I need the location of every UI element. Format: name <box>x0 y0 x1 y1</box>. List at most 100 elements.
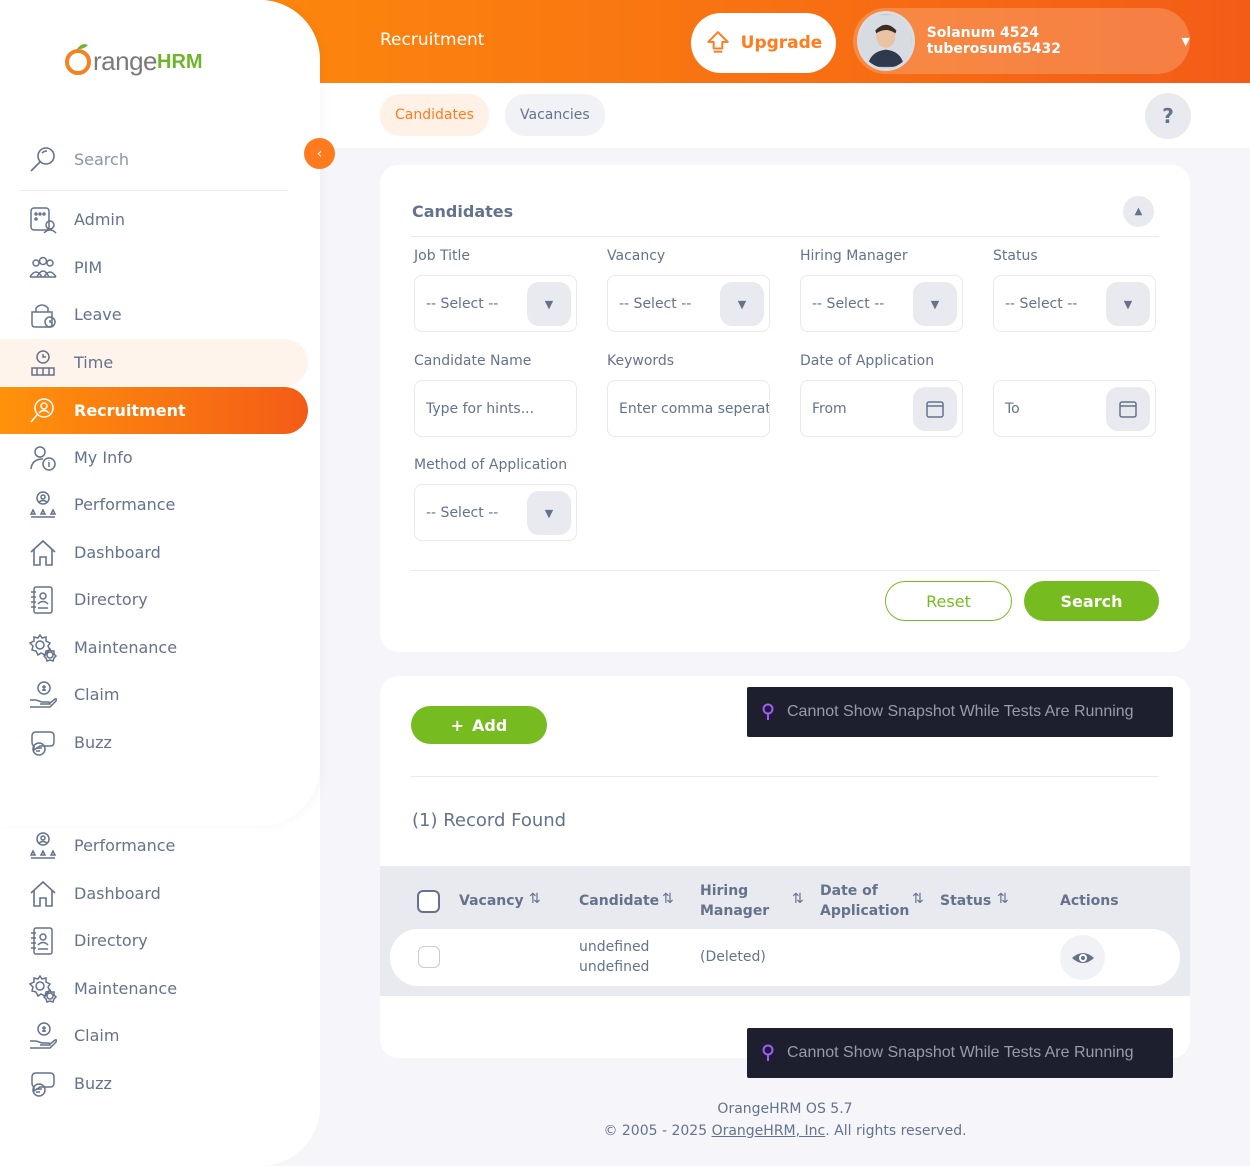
upgrade-button[interactable]: Upgrade <box>691 13 836 73</box>
sidebar-item-label: Performance <box>74 836 176 855</box>
admin-icon <box>30 206 57 234</box>
sidebar-item-label: My Info <box>74 448 133 467</box>
sidebar-item-buzz[interactable]: Buzz <box>0 719 308 766</box>
logo-text: range <box>93 46 158 76</box>
hiring-manager-cell: (Deleted) <box>700 949 766 965</box>
sidebar-item-label: Buzz <box>74 733 112 752</box>
sidebar-item-dashboard[interactable]: Dashboard <box>0 529 308 576</box>
sort-icon[interactable]: ⇅ <box>662 891 674 907</box>
help-button[interactable]: ? <box>1145 93 1191 139</box>
select-all-checkbox[interactable] <box>417 890 440 913</box>
performance-icon <box>29 831 57 859</box>
sidebar-item-label: Recruitment <box>74 401 186 420</box>
copyright-prefix: © 2005 - 2025 <box>603 1123 712 1139</box>
sidebar-item-label: Maintenance <box>74 979 178 998</box>
caret-down-icon: ▼ <box>527 282 571 326</box>
sidebar-item-performance[interactable]: Performance <box>0 822 308 869</box>
dashboard-icon <box>30 880 56 907</box>
vacancy-select[interactable]: -- Select -- ▼ <box>607 275 770 332</box>
sidebar-item-label: Performance <box>74 495 176 514</box>
upgrade-label: Upgrade <box>740 33 823 53</box>
sidebar-item-my-info[interactable]: My Info <box>0 434 308 481</box>
sidebar-item-recruitment[interactable]: Recruitment <box>0 387 308 434</box>
tab-vacancies[interactable]: Vacancies <box>505 94 605 136</box>
sidebar-item-claim[interactable]: Claim <box>0 1012 308 1059</box>
view-button[interactable] <box>1060 935 1105 980</box>
column-status: Status <box>940 893 992 909</box>
status-select[interactable]: -- Select -- ▼ <box>993 275 1156 332</box>
my-info-icon <box>30 445 56 471</box>
collapse-filter-button[interactable]: ▲ <box>1123 196 1154 227</box>
candidate-name-input[interactable]: Type for hints... <box>414 380 577 437</box>
sidebar-item-pim[interactable]: PIM <box>0 244 308 291</box>
sidebar-search-label: Search <box>74 150 129 169</box>
actions-divider <box>411 570 1159 571</box>
performance-icon <box>29 490 57 518</box>
hiring-manager-select[interactable]: -- Select -- ▼ <box>800 275 963 332</box>
sidebar-search[interactable]: Search <box>0 136 308 183</box>
leave-icon <box>31 303 56 328</box>
sidebar-item-time[interactable]: Time <box>0 339 308 386</box>
sidebar-collapse-button[interactable]: ‹ <box>304 138 335 169</box>
sidebar-item-label: PIM <box>74 258 103 277</box>
caret-down-icon: ▼ <box>720 282 764 326</box>
pim-icon <box>29 256 57 278</box>
upgrade-arrow-icon <box>706 31 729 53</box>
job-title-select[interactable]: -- Select -- ▼ <box>414 275 577 332</box>
directory-icon <box>31 585 53 614</box>
add-candidate-button[interactable]: + Add <box>411 706 547 744</box>
buzz-icon <box>31 1071 55 1097</box>
sidebar-item-performance[interactable]: Performance <box>0 481 308 528</box>
snapshot-message: Cannot Show Snapshot While Tests Are Run… <box>787 1044 1134 1061</box>
eye-icon <box>1071 952 1094 963</box>
sidebar-item-buzz[interactable]: Buzz <box>0 1060 308 1107</box>
table-row[interactable]: undefined undefined (Deleted) <box>390 929 1180 986</box>
sidebar-item-dashboard[interactable]: Dashboard <box>0 870 308 917</box>
claim-icon <box>30 1021 58 1049</box>
keywords-placeholder: Enter comma seperat <box>619 400 770 417</box>
sub-navigation: Candidates Vacancies ? <box>320 83 1250 148</box>
sidebar-item-admin[interactable]: Admin <box>0 196 308 243</box>
orangehrm-logo[interactable]: range HRM <box>63 42 203 76</box>
sort-icon[interactable]: ⇅ <box>792 891 804 907</box>
maintenance-icon <box>28 633 58 662</box>
sidebar-item-maintenance[interactable]: Maintenance <box>0 624 308 671</box>
caret-down-icon: ▼ <box>527 491 571 535</box>
tab-candidates[interactable]: Candidates <box>380 94 489 136</box>
search-icon <box>30 146 55 172</box>
sort-icon[interactable]: ⇅ <box>997 891 1009 907</box>
keywords-input[interactable]: Enter comma seperat <box>607 380 770 437</box>
reset-button[interactable]: Reset <box>885 581 1012 621</box>
company-link[interactable]: OrangeHRM, Inc <box>712 1123 826 1139</box>
sidebar-item-label: Maintenance <box>74 638 178 657</box>
sidebar-item-label: Time <box>74 353 114 372</box>
method-select[interactable]: -- Select -- ▼ <box>414 484 577 541</box>
sidebar-item-directory[interactable]: Directory <box>0 576 308 623</box>
search-divider <box>20 190 288 191</box>
buzz-icon <box>31 730 55 756</box>
search-button[interactable]: Search <box>1024 581 1159 621</box>
user-dropdown[interactable]: Solanum 4524 tuberosum65432 ▼ <box>853 8 1190 74</box>
footer-copyright: © 2005 - 2025 OrangeHRM, Inc. All rights… <box>320 1123 1250 1139</box>
snapshot-message: Cannot Show Snapshot While Tests Are Run… <box>787 703 1134 720</box>
results-divider <box>411 776 1159 777</box>
calendar-icon[interactable] <box>913 387 957 431</box>
method-value: -- Select -- <box>426 504 499 521</box>
sidebar-item-directory[interactable]: Directory <box>0 917 308 964</box>
pin-icon <box>762 1044 774 1061</box>
sidebar-item-claim[interactable]: Claim <box>0 671 308 718</box>
calendar-icon[interactable] <box>1106 387 1150 431</box>
user-name: Solanum 4524 tuberosum65432 <box>926 25 1061 57</box>
snapshot-banner: Cannot Show Snapshot While Tests Are Run… <box>747 1028 1173 1078</box>
sidebar-item-leave[interactable]: Leave <box>0 291 308 338</box>
date-to-input[interactable]: To <box>993 380 1156 437</box>
sort-icon[interactable]: ⇅ <box>529 891 541 907</box>
candidate-name-line2: undefined <box>579 959 650 975</box>
row-checkbox[interactable] <box>418 946 440 968</box>
column-hiring-manager-line1: Hiring <box>700 883 749 899</box>
dashboard-icon <box>30 539 56 566</box>
sidebar-item-label: Leave <box>74 305 122 324</box>
sidebar-item-maintenance[interactable]: Maintenance <box>0 965 308 1012</box>
date-from-input[interactable]: From <box>800 380 963 437</box>
sort-ascending-icon[interactable]: ⇅ <box>912 891 924 907</box>
